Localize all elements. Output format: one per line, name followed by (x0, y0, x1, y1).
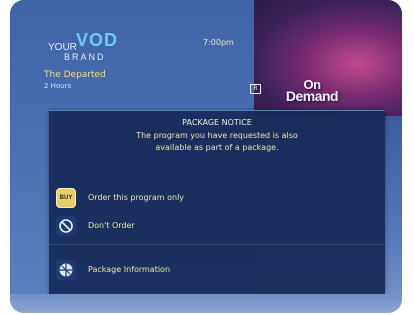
no-sign-icon (56, 216, 76, 236)
dialog-title: PACKAGE NOTICE (182, 118, 252, 127)
bottom-band (10, 294, 402, 313)
clock: 7:00pm (203, 38, 234, 47)
dialog-message-line1: The program you have requested is also (136, 131, 298, 140)
option-divider (49, 244, 385, 245)
rating-badge: R (250, 84, 261, 94)
dont-order-option[interactable]: Don't Order (56, 216, 376, 238)
order-program-label: Order this program only (88, 193, 185, 202)
package-information-option[interactable]: Package Information (56, 260, 376, 282)
package-icon (56, 260, 76, 280)
brand-logo: VOD (76, 30, 119, 50)
tv-screen: YOUR VOD BRAND 7:00pm On Demand The Depa… (0, 0, 414, 315)
dont-order-label: Don't Order (88, 221, 135, 230)
program-duration: 2 Hours (44, 82, 72, 90)
package-information-label: Package Information (88, 265, 171, 274)
on-demand-logo-line2: Demand (285, 88, 339, 104)
buy-icon: BUY (56, 188, 76, 208)
brand-sub: BRAND (64, 52, 106, 62)
dialog-message-line2: available as part of a package. (155, 143, 279, 152)
order-program-option[interactable]: BUY Order this program only (56, 188, 376, 210)
program-title: The Departed (44, 70, 106, 80)
